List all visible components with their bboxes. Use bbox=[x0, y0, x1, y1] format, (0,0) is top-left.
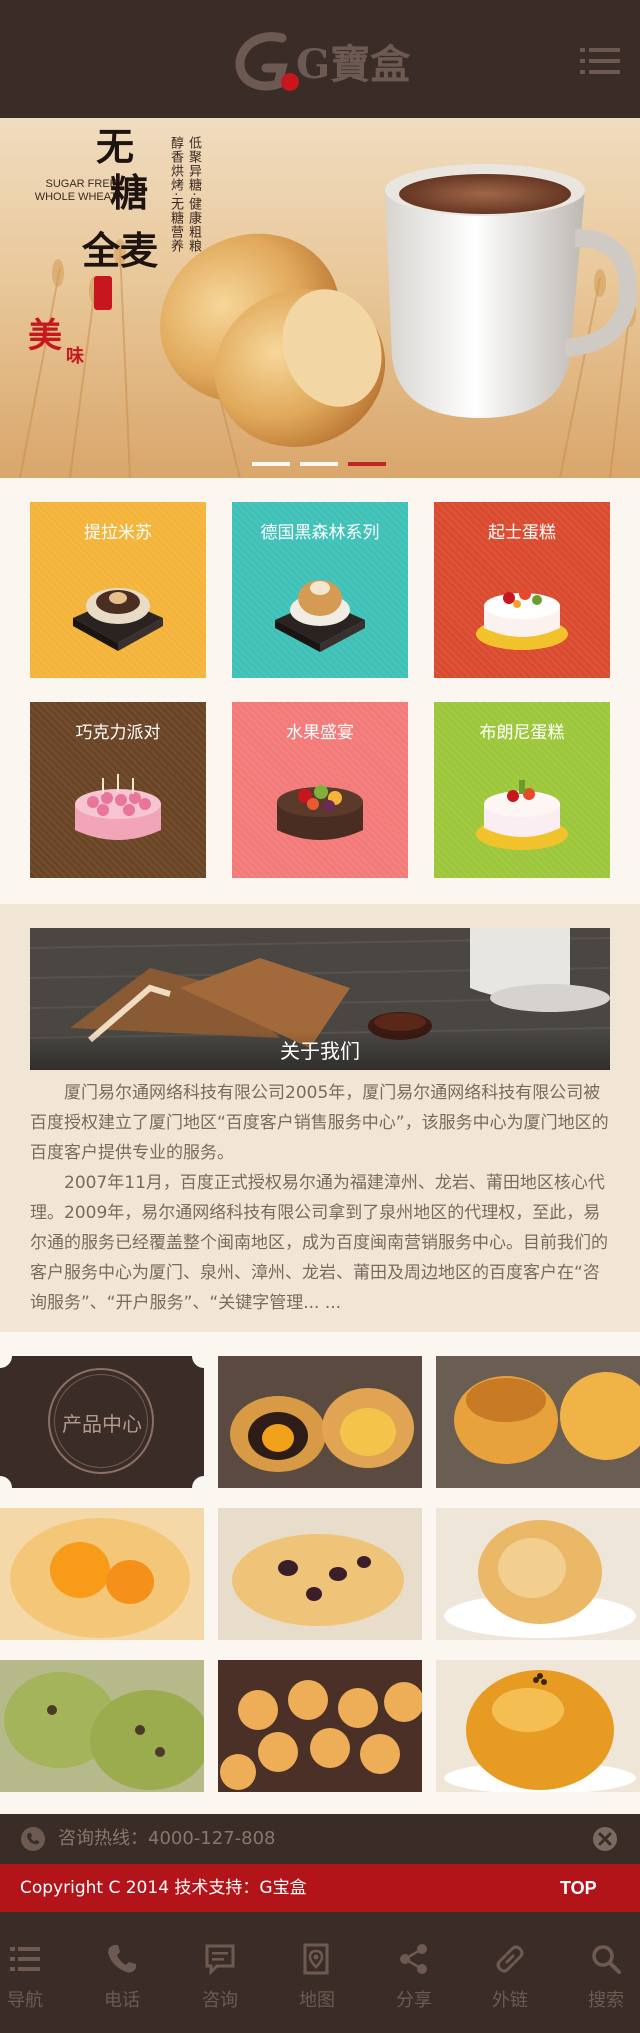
nav-label: 分享 bbox=[396, 1990, 432, 2011]
product-image bbox=[0, 1508, 204, 1640]
banner-title-char: 全 bbox=[82, 228, 121, 273]
product-grid: 产品中心 bbox=[0, 1356, 640, 1792]
banner-vertical-text-2: 醇香烘烤·无糖营养 bbox=[168, 136, 183, 254]
back-to-top-button[interactable]: TOP bbox=[560, 1864, 597, 1912]
category-grid: 提拉米苏 德国黑森林系列 起士蛋糕 巧克力派对 水果盛宴 布朗尼蛋糕 bbox=[30, 502, 610, 878]
hotline-text: 咨询热线：4000-127-808 bbox=[58, 1828, 276, 1849]
nav-label: 外链 bbox=[492, 1990, 528, 2011]
nav-label: 地图 bbox=[299, 1990, 335, 2011]
banner-slider[interactable]: SUGAR FREE WHOLE WHEAT 无 糖 全麦 低聚异糖·健康粗粮 … bbox=[0, 118, 640, 478]
nav-item-link[interactable]: 外链 bbox=[470, 1942, 550, 2022]
product-center-label: 产品中心 bbox=[62, 1412, 142, 1436]
chat-icon bbox=[205, 1944, 235, 1976]
slide-dot-2[interactable] bbox=[300, 462, 338, 466]
category-label: 布朗尼蛋糕 bbox=[479, 723, 565, 743]
nav-item-search[interactable]: 搜索 bbox=[566, 1942, 640, 2022]
banner-title-char: 无 bbox=[96, 124, 135, 169]
copyright-bar: Copyright C 2014 技术支持：G宝盒 TOP bbox=[0, 1864, 640, 1912]
phone-circle-icon bbox=[21, 1827, 45, 1851]
nav-item-consult[interactable]: 咨询 bbox=[180, 1942, 260, 2022]
close-icon[interactable] bbox=[592, 1826, 618, 1852]
slide-dot-1[interactable] bbox=[252, 462, 290, 466]
banner-vertical-text-1: 低聚异糖·健康粗粮 bbox=[186, 136, 201, 254]
banner-title-2: 全麦 bbox=[82, 210, 162, 274]
map-icon bbox=[303, 1943, 329, 1975]
product-image bbox=[218, 1660, 422, 1792]
product-item[interactable] bbox=[0, 1660, 204, 1792]
about-paragraph-2: 2007年11月，百度正式授权易尔通为福建漳州、龙岩、莆田地区核心代理。2009… bbox=[30, 1173, 608, 1313]
cake-image bbox=[275, 580, 365, 652]
category-label: 水果盛宴 bbox=[286, 723, 354, 743]
copyright-text: Copyright C 2014 技术支持：G宝盒 bbox=[20, 1878, 307, 1898]
list-icon bbox=[10, 1947, 40, 1971]
nav-item-share[interactable]: 分享 bbox=[374, 1942, 454, 2022]
search-icon bbox=[592, 1945, 621, 1974]
about-paragraph-1: 厦门易尔通网络科技有限公司2005年，厦门易尔通网络科技有限公司被百度授权建立了… bbox=[30, 1083, 609, 1163]
product-image bbox=[436, 1660, 640, 1792]
cake-image bbox=[73, 588, 163, 651]
logo-text: G寶盒 bbox=[296, 41, 410, 88]
menu-icon[interactable] bbox=[580, 44, 620, 78]
product-item[interactable] bbox=[218, 1356, 422, 1488]
category-label: 提拉米苏 bbox=[84, 523, 152, 543]
banner-title: 无 糖 bbox=[96, 124, 176, 216]
about-section: 关于我们 厦门易尔通网络科技有限公司2005年，厦门易尔通网络科技有限公司被百度… bbox=[0, 904, 640, 1332]
slide-dot-3[interactable] bbox=[348, 462, 386, 466]
banner-title-char: 麦 bbox=[120, 228, 159, 273]
header: G寶盒 bbox=[0, 0, 640, 121]
banner-mei: 美 bbox=[28, 316, 62, 356]
product-item[interactable] bbox=[218, 1508, 422, 1640]
nav-label: 导航 bbox=[7, 1990, 43, 2011]
product-image bbox=[218, 1508, 422, 1640]
phone-icon bbox=[108, 1945, 136, 1973]
category-label: 德国黑森林系列 bbox=[260, 523, 380, 543]
banner-wei: 味 bbox=[66, 346, 84, 367]
cake-image bbox=[476, 588, 568, 650]
product-image bbox=[218, 1356, 422, 1488]
category-tile-tiramisu[interactable]: 提拉米苏 bbox=[30, 502, 206, 678]
product-item[interactable] bbox=[0, 1508, 204, 1640]
nav-item-menu[interactable]: 导航 bbox=[0, 1942, 65, 2022]
product-image bbox=[0, 1660, 204, 1792]
category-tile-black-forest[interactable]: 德国黑森林系列 bbox=[232, 502, 408, 678]
logo[interactable]: G寶盒 bbox=[230, 24, 410, 98]
category-tile-brownie[interactable]: 布朗尼蛋糕 bbox=[434, 702, 610, 878]
nav-label: 搜索 bbox=[588, 1990, 624, 2011]
about-banner[interactable]: 关于我们 bbox=[30, 928, 610, 1070]
category-tile-cheese-cake[interactable]: 起士蛋糕 bbox=[434, 502, 610, 678]
product-item[interactable] bbox=[218, 1660, 422, 1792]
nav-item-map[interactable]: 地图 bbox=[277, 1942, 357, 2022]
nav-item-phone[interactable]: 电话 bbox=[82, 1942, 162, 2022]
cake-image bbox=[75, 774, 161, 840]
nav-label: 电话 bbox=[104, 1990, 140, 2011]
category-label: 巧克力派对 bbox=[75, 723, 161, 743]
share-icon bbox=[400, 1944, 427, 1974]
category-tile-fruit-feast[interactable]: 水果盛宴 bbox=[232, 702, 408, 878]
product-image bbox=[436, 1508, 640, 1640]
product-item[interactable] bbox=[436, 1508, 640, 1640]
bottom-nav: 导航 电话 咨询 地图 分享 外链 搜索 bbox=[0, 1912, 640, 2033]
banner-pager bbox=[252, 462, 386, 466]
product-image bbox=[436, 1356, 640, 1488]
category-tile-chocolate-party[interactable]: 巧克力派对 bbox=[30, 702, 206, 878]
about-title: 关于我们 bbox=[30, 1032, 610, 1070]
about-text: 厦门易尔通网络科技有限公司2005年，厦门易尔通网络科技有限公司被百度授权建立了… bbox=[30, 1078, 612, 1318]
product-center-link[interactable]: 产品中心 bbox=[0, 1356, 204, 1488]
cake-image bbox=[277, 785, 363, 840]
cake-image bbox=[476, 780, 568, 850]
product-item[interactable] bbox=[436, 1660, 640, 1792]
link-icon bbox=[496, 1945, 524, 1973]
category-label: 起士蛋糕 bbox=[488, 523, 556, 543]
banner-seal-icon bbox=[94, 276, 112, 310]
hotline-bar: 咨询热线：4000-127-808 bbox=[0, 1814, 640, 1864]
nav-label: 咨询 bbox=[202, 1990, 238, 2011]
product-item[interactable] bbox=[436, 1356, 640, 1488]
